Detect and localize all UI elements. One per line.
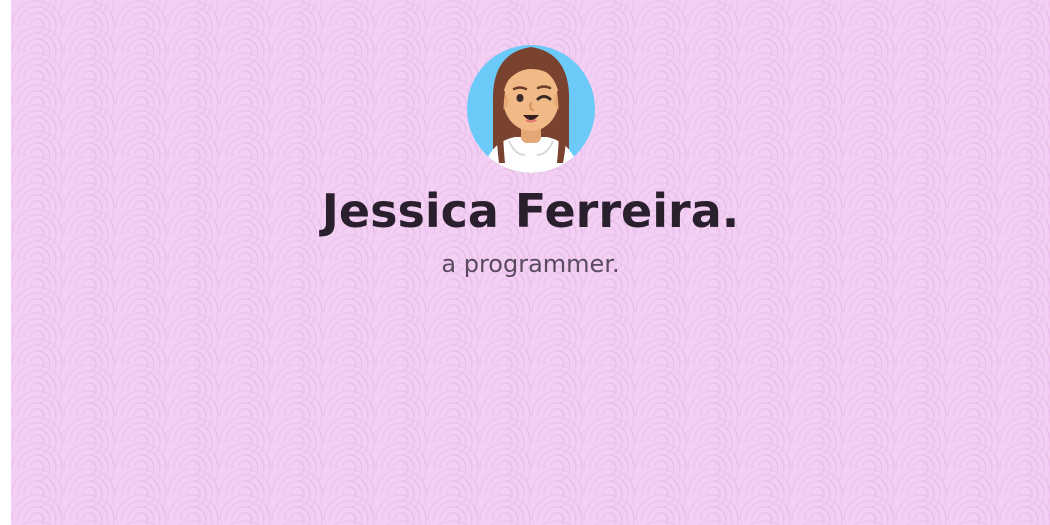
profile-card: Jessica Ferreira. a programmer. (11, 43, 1050, 279)
hero-section: Jessica Ferreira. a programmer. (11, 0, 1050, 525)
profile-name: Jessica Ferreira. (321, 184, 740, 238)
profile-tagline: a programmer. (441, 250, 620, 278)
avatar (466, 45, 595, 173)
